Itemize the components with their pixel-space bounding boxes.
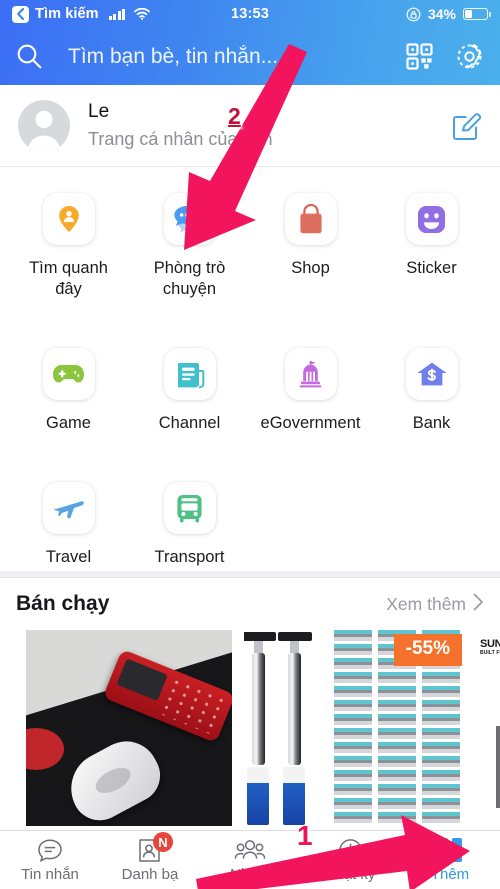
see-more-button[interactable]: Xem thêm (386, 593, 484, 616)
grid-item-transport[interactable]: Transport (129, 478, 250, 568)
wifi-icon (134, 8, 151, 20)
news-document-icon (163, 348, 216, 401)
best-selling-panel: Bán chạy Xem thêm -55% SUN BUILT F (0, 577, 500, 830)
status-badge: N (153, 832, 173, 852)
product-card[interactable]: SUN BUILT FOR (474, 630, 500, 826)
search-bar[interactable] (0, 28, 500, 85)
nav-item-label: Nhóm (229, 866, 270, 883)
location-pin-person-icon (42, 193, 95, 245)
contact-card-icon: N (138, 832, 173, 863)
best-selling-header: Bán chạy Xem thêm (0, 578, 500, 630)
see-more-label: Xem thêm (386, 593, 466, 614)
app-grid-row-3: Travel Transport (0, 456, 500, 568)
profile-text: Le Trang cá nhân của bạn (88, 99, 272, 153)
annotation-step-1: 1 (297, 820, 313, 851)
grid-item-tim-quanh-day[interactable]: Tìm quanh đây (8, 189, 129, 300)
shopping-bag-icon (284, 193, 337, 245)
status-bar-right: 34% (406, 6, 491, 22)
grid-item-shop[interactable]: Shop (250, 189, 371, 300)
chat-bubbles-icon (163, 193, 216, 245)
bus-icon (163, 482, 216, 535)
nav-item-tin-nhan[interactable]: Tin nhắn (0, 831, 100, 889)
status-bar-left: Tìm kiếm (12, 5, 151, 23)
grid-item-label: Game (46, 414, 91, 433)
nav-item-label: Danh bạ (121, 866, 179, 883)
grid-item-phong-tro-chuyen[interactable]: Phòng trò chuyện (129, 189, 250, 300)
edit-pencil-icon[interactable] (452, 111, 482, 141)
grid-item-label: Bank (412, 414, 451, 433)
chevron-left-icon[interactable] (12, 5, 29, 23)
grid-item-label: Travel (45, 548, 92, 567)
gear-icon[interactable] (455, 42, 484, 71)
bank-dollar-icon (405, 348, 458, 401)
search-icon (16, 43, 46, 70)
grid-item-label: Channel (158, 414, 221, 433)
profile-subtitle: Trang cá nhân của bạn (88, 129, 273, 150)
nav-item-label: Tin nhắn (21, 866, 79, 883)
grid-item-egovernment[interactable]: eGovernment (250, 344, 371, 434)
app-grid-panel: Tìm quanh đây Phòng trò chuyện Shop Stic… (0, 167, 500, 724)
grid-item-channel[interactable]: Channel (129, 344, 250, 434)
nav-item-them[interactable]: Thêm (400, 831, 500, 889)
qr-code-icon[interactable] (406, 43, 433, 70)
message-bubble-icon (37, 837, 63, 863)
grid-squares-icon (438, 837, 462, 863)
annotation-step-2: 2 (228, 103, 241, 129)
grid-item-sticker[interactable]: Sticker (371, 189, 492, 300)
nav-item-nhom[interactable]: Nhóm (200, 831, 300, 889)
grid-item-bank[interactable]: Bank (371, 344, 492, 434)
battery-icon (463, 8, 491, 20)
nav-item-nhat-ky[interactable]: Nhật ký (300, 831, 400, 889)
product-brand: SUN BUILT FOR (480, 638, 500, 656)
grid-item-label: eGovernment (260, 414, 361, 433)
profile-name: Le (88, 100, 110, 122)
zalo-more-screen: Tìm kiếm 13:53 34% Tìm bạn bè, tin nhắn.… (0, 0, 500, 889)
rotation-lock-icon (406, 7, 421, 22)
section-title: Bán chạy (16, 592, 110, 615)
bottom-navigation: Tin nhắn N Danh bạ Nhóm Nhật ký Thêm (0, 830, 500, 889)
discount-badge: -55% (393, 634, 462, 666)
product-card[interactable]: -55% (244, 630, 462, 826)
app-grid-row-1: Tìm quanh đây Phòng trò chuyện Shop Stic… (0, 167, 500, 300)
grid-item-label: Sticker (406, 259, 457, 277)
grid-item-travel[interactable]: Travel (8, 478, 129, 568)
airplane-icon (42, 482, 95, 535)
grid-item-label: Shop (291, 259, 330, 277)
search-input[interactable] (46, 44, 396, 69)
app-grid-row-2: Game Channel eGovernment Bank (0, 322, 500, 434)
battery-percentage: 34% (427, 6, 456, 22)
status-back-label[interactable]: Tìm kiếm (35, 6, 99, 22)
header-actions (396, 42, 484, 71)
grid-item-game[interactable]: Game (8, 344, 129, 434)
profile-row[interactable]: Le Trang cá nhân của bạn (0, 85, 500, 167)
app-header: Tìm kiếm 13:53 34% Tìm bạn bè, tin nhắn.… (0, 0, 500, 85)
grid-item-label: Transport (154, 548, 225, 567)
clock-diary-icon (338, 837, 363, 863)
nav-item-label: Thêm (430, 866, 470, 883)
product-card[interactable] (26, 630, 232, 826)
grid-item-label: Tìm quanh đây (29, 259, 108, 299)
product-card-list: -55% SUN BUILT FOR (0, 630, 500, 826)
nav-item-label: Nhật ký (324, 866, 376, 883)
smiley-sticker-icon (405, 193, 458, 245)
avatar (18, 99, 70, 152)
game-controller-icon (42, 348, 95, 401)
cellular-signal-icon (108, 8, 126, 20)
grid-item-label: Phòng trò chuyện (153, 259, 226, 299)
nav-item-danh-ba[interactable]: N Danh bạ (100, 831, 200, 889)
status-bar: Tìm kiếm 13:53 34% (0, 0, 500, 28)
chevron-right-icon (473, 593, 484, 616)
group-people-icon (234, 837, 266, 863)
government-building-icon (284, 348, 337, 401)
